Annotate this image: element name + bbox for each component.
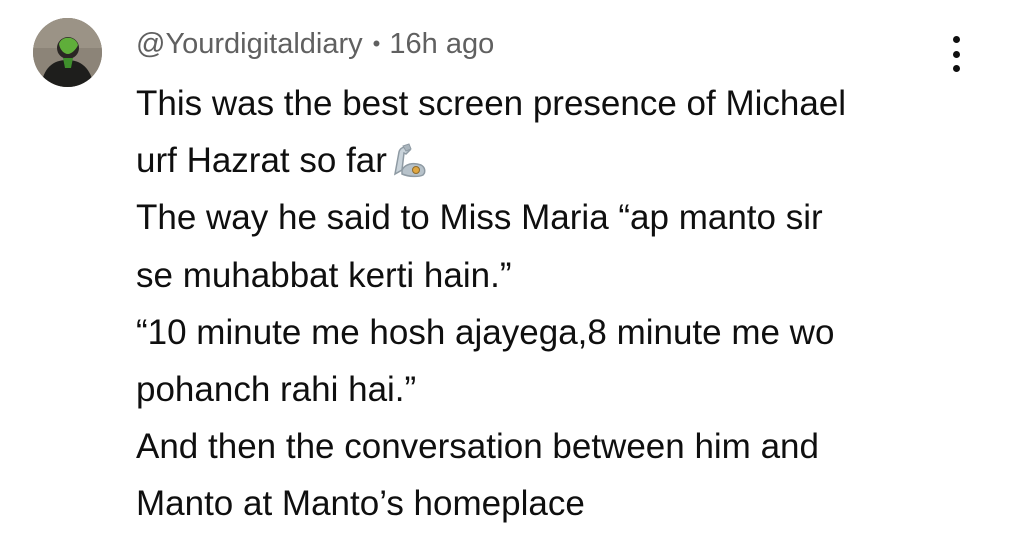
vertical-dots-icon-middle <box>952 50 960 58</box>
comment-line: This was the best screen presence of Mic… <box>136 84 847 123</box>
vertical-dots-icon-bottom <box>952 65 960 72</box>
comment-line: The way he said to Miss Maria “ap manto … <box>136 198 823 238</box>
comment-line-with-emoji: urf Hazrat so far <box>136 132 936 189</box>
avatar[interactable] <box>33 18 102 87</box>
mechanical-arm-emoji <box>393 143 426 178</box>
comment-line: se muhabbat kerti hain.” <box>136 255 512 295</box>
comment-line: And then the conversation between him an… <box>136 427 819 467</box>
separator: • <box>372 31 381 56</box>
vertical-dots-icon <box>952 36 960 43</box>
comment-line: “10 minute me hosh ajayega,8 minute me w… <box>136 312 835 352</box>
user-avatar-icon <box>33 18 102 87</box>
comment-line: Manto at Manto’s homeplace <box>136 484 585 524</box>
comment-line: urf Hazrat so far <box>136 141 387 181</box>
comment-item: @Yourdigitaldiary • 16h ago This was the… <box>0 0 1024 546</box>
timestamp[interactable]: 16h ago <box>389 28 494 61</box>
comment-text: This was the best screen presence of Mic… <box>136 75 936 533</box>
comment-line: pohanch rahi hai.” <box>136 369 417 409</box>
more-options-button[interactable] <box>936 32 976 76</box>
author-name[interactable]: @Yourdigitaldiary <box>136 28 363 61</box>
comment-header: @Yourdigitaldiary • 16h ago <box>136 24 494 64</box>
